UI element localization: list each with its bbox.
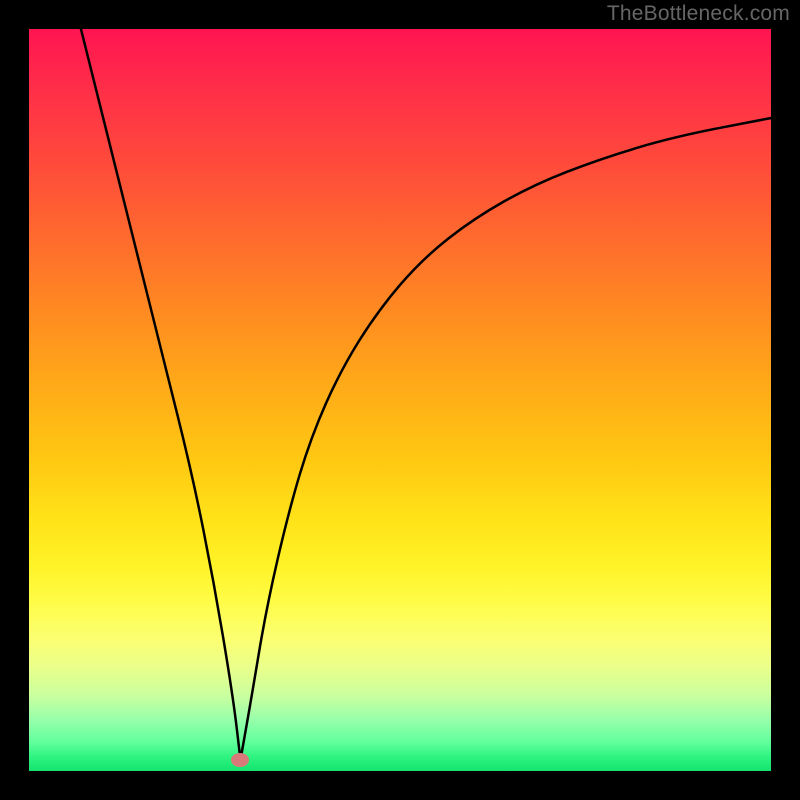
plot-area [29,29,771,771]
bottleneck-marker [231,753,249,767]
watermark-text: TheBottleneck.com [607,2,790,26]
bottleneck-curve [29,29,771,771]
